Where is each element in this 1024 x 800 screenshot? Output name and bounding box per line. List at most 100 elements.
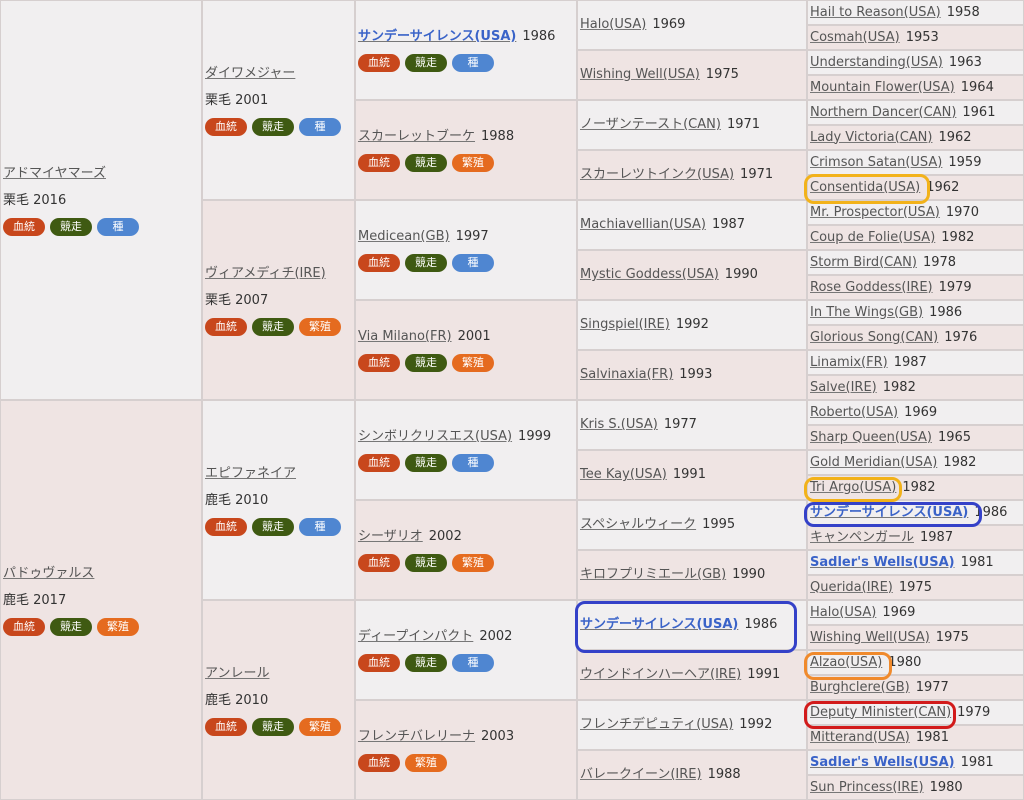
blood-badge[interactable]: 血統 <box>3 217 45 236</box>
sire-badge[interactable]: 種 <box>452 254 494 272</box>
horse-name-link[interactable]: エピファネイア <box>205 466 296 481</box>
race-badge[interactable]: 競走 <box>405 254 447 272</box>
blood-badge[interactable]: 血統 <box>358 354 400 372</box>
horse-name-link[interactable]: Linamix(FR) <box>810 355 888 370</box>
horse-name-link[interactable]: Halo(USA) <box>580 17 646 32</box>
race-badge[interactable]: 競走 <box>405 654 447 672</box>
horse-name-link[interactable]: フレンチデピュティ(USA) <box>580 717 733 732</box>
horse-name-link[interactable]: ヴィアメディチ(IRE) <box>205 266 326 281</box>
horse-name-link[interactable]: Gold Meridian(USA) <box>810 455 937 470</box>
broodmare-badge[interactable]: 繁殖 <box>299 717 341 736</box>
horse-name-link[interactable]: Coup de Folie(USA) <box>810 230 935 245</box>
horse-name-link[interactable]: Sadler's Wells(USA) <box>810 555 955 570</box>
horse-name-link[interactable]: Singspiel(IRE) <box>580 317 670 332</box>
sire-badge[interactable]: 種 <box>97 217 139 236</box>
broodmare-badge[interactable]: 繁殖 <box>452 154 494 172</box>
horse-name-link[interactable]: Northern Dancer(CAN) <box>810 105 956 120</box>
horse-name-link[interactable]: Rose Goddess(IRE) <box>810 280 933 295</box>
horse-name-link[interactable]: Consentida(USA) <box>810 180 920 195</box>
race-badge[interactable]: 競走 <box>405 54 447 72</box>
race-badge[interactable]: 競走 <box>405 354 447 372</box>
horse-name-link[interactable]: Via Milano(FR) <box>358 329 452 344</box>
horse-name-link[interactable]: Hail to Reason(USA) <box>810 5 941 20</box>
horse-name-link[interactable]: Storm Bird(CAN) <box>810 255 917 270</box>
broodmare-badge[interactable]: 繁殖 <box>405 754 447 772</box>
horse-name-link[interactable]: Crimson Satan(USA) <box>810 155 942 170</box>
broodmare-badge[interactable]: 繁殖 <box>452 354 494 372</box>
horse-name-link[interactable]: Glorious Song(CAN) <box>810 330 938 345</box>
race-badge[interactable]: 競走 <box>405 454 447 472</box>
horse-name-link[interactable]: ウインドインハーヘア(IRE) <box>580 667 741 682</box>
horse-name-link[interactable]: Sadler's Wells(USA) <box>810 755 955 770</box>
horse-name-link[interactable]: スカーレットブーケ <box>358 129 475 144</box>
sire-badge[interactable]: 種 <box>452 654 494 672</box>
horse-name-link[interactable]: Mr. Prospector(USA) <box>810 205 940 220</box>
horse-name-link[interactable]: シンボリクリスエス(USA) <box>358 429 512 444</box>
sire-badge[interactable]: 種 <box>299 517 341 536</box>
horse-name-link[interactable]: Cosmah(USA) <box>810 30 900 45</box>
horse-name-link[interactable]: Lady Victoria(CAN) <box>810 130 932 145</box>
race-badge[interactable]: 競走 <box>252 517 294 536</box>
blood-badge[interactable]: 血統 <box>358 254 400 272</box>
sire-badge[interactable]: 種 <box>299 117 341 136</box>
horse-name-link[interactable]: シーザリオ <box>358 529 423 544</box>
broodmare-badge[interactable]: 繁殖 <box>452 554 494 572</box>
horse-name-link[interactable]: Salvinaxia(FR) <box>580 367 673 382</box>
horse-name-link[interactable]: Deputy Minister(CAN) <box>810 705 951 720</box>
race-badge[interactable]: 競走 <box>50 617 92 636</box>
horse-name-link[interactable]: スカーレツトインク(USA) <box>580 167 734 182</box>
blood-badge[interactable]: 血統 <box>205 317 247 336</box>
horse-name-link[interactable]: Wishing Well(USA) <box>580 67 700 82</box>
blood-badge[interactable]: 血統 <box>3 617 45 636</box>
horse-name-link[interactable]: Machiavellian(USA) <box>580 217 706 232</box>
horse-name-link[interactable]: サンデーサイレンス(USA) <box>358 29 516 44</box>
horse-name-link[interactable]: Mystic Goddess(USA) <box>580 267 719 282</box>
blood-badge[interactable]: 血統 <box>358 754 400 772</box>
blood-badge[interactable]: 血統 <box>358 654 400 672</box>
broodmare-badge[interactable]: 繁殖 <box>299 317 341 336</box>
horse-name-link[interactable]: ノーザンテースト(CAN) <box>580 117 721 132</box>
horse-name-link[interactable]: Mitterand(USA) <box>810 730 910 745</box>
sire-badge[interactable]: 種 <box>452 54 494 72</box>
blood-badge[interactable]: 血統 <box>358 54 400 72</box>
horse-name-link[interactable]: フレンチバレリーナ <box>358 729 475 744</box>
horse-name-link[interactable]: キロフプリミエール(GB) <box>580 567 726 582</box>
horse-name-link[interactable]: パドゥヴァルス <box>3 566 94 581</box>
horse-name-link[interactable]: Halo(USA) <box>810 605 876 620</box>
horse-name-link[interactable]: Alzao(USA) <box>810 655 882 670</box>
horse-name-link[interactable]: キャンペンガール <box>810 530 914 545</box>
race-badge[interactable]: 競走 <box>405 554 447 572</box>
blood-badge[interactable]: 血統 <box>358 554 400 572</box>
horse-name-link[interactable]: Mountain Flower(USA) <box>810 80 955 95</box>
horse-name-link[interactable]: Sharp Queen(USA) <box>810 430 932 445</box>
broodmare-badge[interactable]: 繁殖 <box>97 617 139 636</box>
horse-name-link[interactable]: Kris S.(USA) <box>580 417 658 432</box>
horse-name-link[interactable]: アンレール <box>205 666 269 681</box>
horse-name-link[interactable]: In The Wings(GB) <box>810 305 923 320</box>
blood-badge[interactable]: 血統 <box>358 154 400 172</box>
horse-name-link[interactable]: バレークイーン(IRE) <box>580 767 702 782</box>
horse-name-link[interactable]: Roberto(USA) <box>810 405 898 420</box>
race-badge[interactable]: 競走 <box>252 717 294 736</box>
horse-name-link[interactable]: サンデーサイレンス(USA) <box>810 505 968 520</box>
race-badge[interactable]: 競走 <box>252 317 294 336</box>
race-badge[interactable]: 競走 <box>50 217 92 236</box>
race-badge[interactable]: 競走 <box>252 117 294 136</box>
sire-badge[interactable]: 種 <box>452 454 494 472</box>
horse-name-link[interactable]: ダイワメジャー <box>205 66 295 81</box>
horse-name-link[interactable]: Tee Kay(USA) <box>580 467 667 482</box>
horse-name-link[interactable]: Medicean(GB) <box>358 229 450 244</box>
horse-name-link[interactable]: Salve(IRE) <box>810 380 877 395</box>
horse-name-link[interactable]: スペシャルウィーク <box>580 517 696 532</box>
blood-badge[interactable]: 血統 <box>205 717 247 736</box>
blood-badge[interactable]: 血統 <box>205 517 247 536</box>
race-badge[interactable]: 競走 <box>405 154 447 172</box>
horse-name-link[interactable]: Tri Argo(USA) <box>810 480 896 495</box>
horse-name-link[interactable]: ディープインパクト <box>358 629 473 644</box>
horse-name-link[interactable]: サンデーサイレンス(USA) <box>580 617 738 632</box>
blood-badge[interactable]: 血統 <box>205 117 247 136</box>
horse-name-link[interactable]: Burghclere(GB) <box>810 680 910 695</box>
horse-name-link[interactable]: Sun Princess(IRE) <box>810 780 924 795</box>
horse-name-link[interactable]: Wishing Well(USA) <box>810 630 930 645</box>
blood-badge[interactable]: 血統 <box>358 454 400 472</box>
